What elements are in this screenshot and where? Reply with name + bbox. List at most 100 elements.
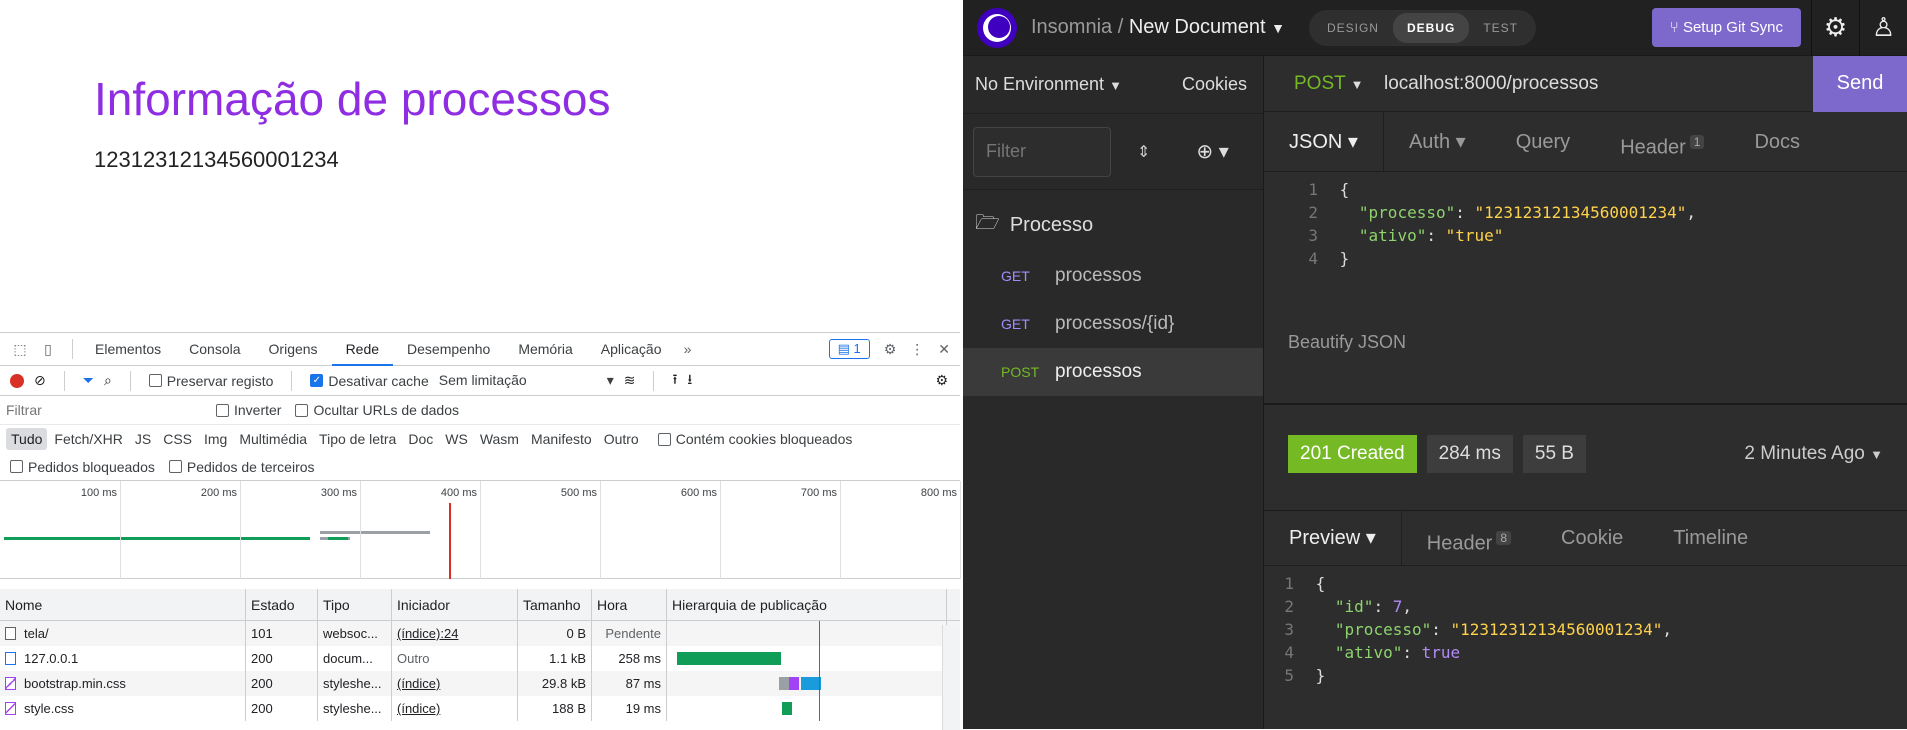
settings-icon[interactable]: ⚙ <box>884 341 897 358</box>
filter-input[interactable] <box>6 399 202 421</box>
sidebar-request-processos-post[interactable]: POST processos <box>963 348 1263 396</box>
sidebar-request-processos-id-get[interactable]: GET processos/{id} <box>963 300 1263 348</box>
table-row[interactable]: tela/101 websoc... (índice):24 0 B Pendente <box>0 621 960 646</box>
third-party-checkbox[interactable]: Pedidos de terceiros <box>168 459 315 475</box>
waterfall-bar <box>782 702 792 715</box>
column-header-hierarquia-de-publicacao[interactable]: Hierarquia de publicação <box>667 589 947 620</box>
type-filter-img[interactable]: Img <box>199 428 232 450</box>
mode-debug[interactable]: DEBUG <box>1392 12 1470 43</box>
request-tab-query[interactable]: Query <box>1491 112 1595 172</box>
cookies-button[interactable]: Cookies <box>1182 74 1247 95</box>
breadcrumb-app[interactable]: Insomnia <box>1031 16 1112 38</box>
tab-memoria[interactable]: Memória <box>504 333 586 366</box>
type-filter-ws[interactable]: WS <box>440 428 473 450</box>
network-overview-timeline[interactable]: 100 ms 200 ms 300 ms 400 ms 500 ms 600 ms 700 … <box>0 481 961 579</box>
type-filter-tipo-de-letra[interactable]: Tipo de letra <box>314 428 401 450</box>
insomnia-logo[interactable] <box>977 7 1017 48</box>
column-header-estado[interactable]: Estado <box>246 589 318 620</box>
environment-select[interactable]: No Environment ▼ <box>975 74 1122 95</box>
add-icon[interactable]: ⊕ ▾ <box>1196 139 1228 164</box>
type-filter-tudo[interactable]: Tudo <box>6 428 48 450</box>
column-header-hora[interactable]: Hora <box>592 589 667 620</box>
issues-badge[interactable]: ▤ 1 <box>828 339 870 359</box>
type-filter-multimedia[interactable]: Multimédia <box>234 428 312 450</box>
request-tab-json[interactable]: JSON ▾ <box>1264 111 1384 172</box>
type-filter-wasm[interactable]: Wasm <box>475 428 524 450</box>
response-tab-preview[interactable]: Preview ▾ <box>1264 510 1402 566</box>
mode-test[interactable]: TEST <box>1469 13 1532 43</box>
response-body-viewer[interactable]: 1 {2 "id": 7,3 "processo": "123123121345… <box>1264 566 1907 689</box>
more-options-icon[interactable]: ⋮ <box>910 341 924 358</box>
type-filter-fetch-xhr[interactable]: Fetch/XHR <box>49 428 127 450</box>
response-history-select[interactable]: 2 Minutes Ago ▼ <box>1744 443 1883 465</box>
column-header-tamanho[interactable]: Tamanho <box>518 589 592 620</box>
url-input[interactable]: localhost:8000/processos <box>1384 73 1813 95</box>
filter-icon[interactable]: ⏷ <box>83 372 94 389</box>
table-scrollbar[interactable] <box>942 625 960 730</box>
blocked-cookies-checkbox[interactable]: Contém cookies bloqueados <box>657 431 852 447</box>
tab-label: Cookie <box>1561 527 1624 549</box>
cell-initiator-text[interactable]: (índice):24 <box>397 626 458 641</box>
response-tab-timeline[interactable]: Timeline <box>1648 510 1773 566</box>
tab-consola[interactable]: Consola <box>175 333 254 366</box>
disable-cache-checkbox[interactable]: ✓ Desativar cache <box>310 373 429 389</box>
method-select[interactable]: POST ▼ <box>1264 73 1384 95</box>
mode-design[interactable]: DESIGN <box>1313 13 1393 43</box>
preserve-log-checkbox[interactable]: Preservar registo <box>148 373 273 389</box>
throttling-select[interactable]: Sem limitação ▾ <box>439 372 614 389</box>
request-tab-auth[interactable]: Auth ▾ <box>1384 112 1491 172</box>
device-toolbar-icon[interactable]: ▯ <box>36 337 60 361</box>
response-tab-cookie[interactable]: Cookie <box>1536 510 1648 566</box>
request-body-editor[interactable]: 1 {2 "processo": "12312312134560001234",… <box>1264 172 1907 272</box>
table-row[interactable]: style.css 200 styleshe... (índice) 188 B 19 m… <box>0 696 960 721</box>
type-filter-doc[interactable]: Doc <box>403 428 438 450</box>
record-icon[interactable] <box>10 373 24 388</box>
invert-checkbox[interactable]: Inverter <box>216 402 281 418</box>
tab-rede[interactable]: Rede <box>331 333 394 366</box>
close-icon[interactable]: ✕ <box>938 341 950 358</box>
network-settings-icon[interactable]: ⚙ <box>935 372 948 389</box>
table-row[interactable]: 127.0.0.1 200 docum... Outro 1.1 kB 258 ms <box>0 646 960 671</box>
inspect-icon[interactable]: ⬚ <box>8 337 32 361</box>
type-filter-manifesto[interactable]: Manifesto <box>526 428 597 450</box>
hide-data-urls-checkbox[interactable]: Ocultar URLs de dados <box>295 402 459 418</box>
send-button[interactable]: Send <box>1813 55 1907 112</box>
type-filter-outro[interactable]: Outro <box>599 428 644 450</box>
column-header-tipo[interactable]: Tipo <box>318 589 392 620</box>
breadcrumb-document[interactable]: New Document <box>1129 16 1266 38</box>
preferences-gear-icon[interactable]: ⚙ <box>1811 0 1859 56</box>
chevron-down-icon: ▾ <box>1360 527 1376 549</box>
tab-origens[interactable]: Origens <box>255 333 332 366</box>
tab-desempenho[interactable]: Desempenho <box>393 333 504 366</box>
sort-icon[interactable]: ⇕ <box>1137 142 1150 162</box>
type-filter-css[interactable]: CSS <box>158 428 197 450</box>
sidebar-request-processos-get[interactable]: GET processos <box>963 252 1263 300</box>
export-har-icon[interactable]: ⭳ <box>687 369 692 393</box>
folder-processo[interactable]: 🗁 Processo <box>963 198 1263 252</box>
account-icon[interactable]: ♙ <box>1859 0 1907 56</box>
cell-initiator-text[interactable]: (índice) <box>397 676 440 691</box>
setup-git-sync-button[interactable]: ⑂ Setup Git Sync <box>1651 8 1801 47</box>
tab-elementos[interactable]: Elementos <box>81 333 175 366</box>
search-icon[interactable]: ⌕ <box>104 372 112 389</box>
beautify-json-button[interactable]: Beautify JSON <box>1288 332 1406 353</box>
tab-aplicacao[interactable]: Aplicação <box>587 333 676 366</box>
blocked-requests-checkbox[interactable]: Pedidos bloqueados <box>10 459 155 475</box>
sidebar-filter-input[interactable] <box>973 126 1111 177</box>
request-tab-docs[interactable]: Docs <box>1729 112 1825 172</box>
response-tab-header[interactable]: Header 8 <box>1402 510 1536 566</box>
column-header-iniciador[interactable]: Iniciador <box>392 589 518 620</box>
type-filter-js[interactable]: JS <box>130 428 156 450</box>
import-har-icon[interactable]: ⭱ <box>672 369 677 393</box>
breadcrumb: Insomnia / New Document ▼ <box>1031 16 1285 38</box>
cell-initiator-text[interactable]: (índice) <box>397 701 440 716</box>
timeline-tick-label: 400 ms <box>440 487 477 499</box>
request-tab-header[interactable]: Header 1 <box>1595 112 1729 172</box>
network-conditions-icon[interactable]: ≋ <box>624 372 636 389</box>
more-tabs-icon[interactable]: » <box>675 337 699 361</box>
chevron-down-icon[interactable]: ▼ <box>1271 20 1285 36</box>
clear-icon[interactable]: ⊘ <box>34 372 46 389</box>
column-header-nome[interactable]: Nome <box>0 589 246 620</box>
table-row[interactable]: bootstrap.min.css 200 styleshe... (índice) 2… <box>0 671 960 696</box>
folder-open-icon: 🗁 <box>975 212 1000 234</box>
